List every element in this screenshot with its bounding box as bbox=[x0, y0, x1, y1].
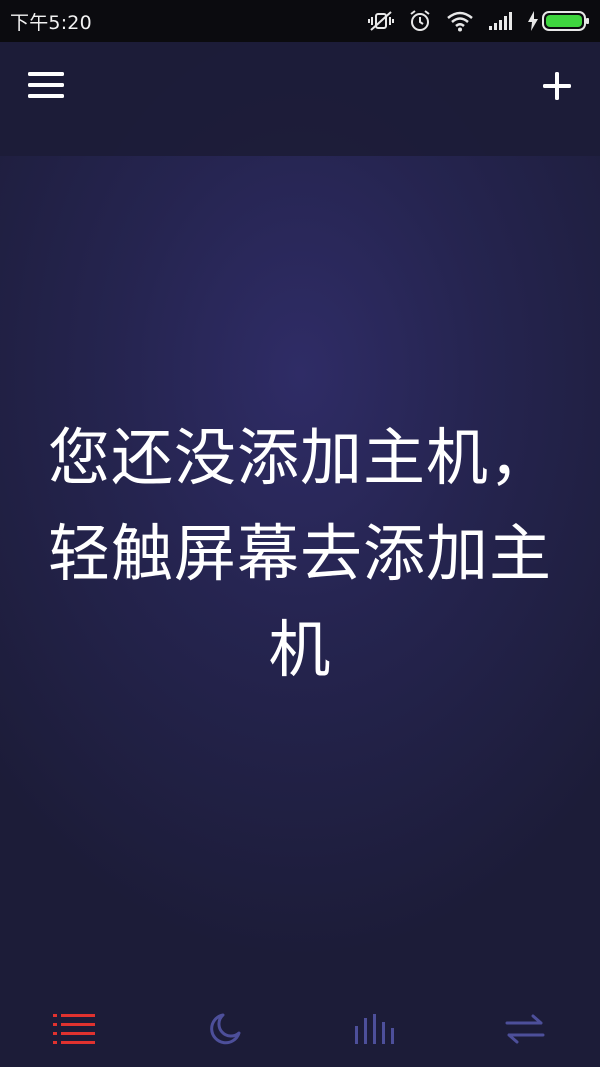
menu-icon bbox=[26, 69, 66, 105]
alarm-icon bbox=[408, 9, 432, 33]
battery-icon bbox=[542, 10, 590, 32]
status-bar: 下午5:20 bbox=[0, 0, 600, 42]
signal-icon bbox=[488, 11, 514, 31]
nav-tab-transfer[interactable] bbox=[485, 999, 565, 1059]
plus-icon bbox=[541, 70, 573, 106]
status-time: 下午5:20 bbox=[10, 11, 92, 34]
nav-tab-hosts[interactable] bbox=[35, 999, 115, 1059]
swap-arrows-icon bbox=[505, 1013, 545, 1045]
app-bar bbox=[0, 42, 600, 156]
nav-tab-stats[interactable] bbox=[335, 999, 415, 1059]
list-icon bbox=[53, 1012, 97, 1046]
bars-icon bbox=[353, 1012, 397, 1046]
empty-state-message[interactable]: 您还没添加主机，轻触屏幕去添加主机 bbox=[40, 410, 560, 698]
battery-group bbox=[528, 10, 590, 32]
mute-vibrate-icon bbox=[368, 10, 394, 32]
menu-button[interactable] bbox=[24, 68, 68, 106]
nav-tab-sleep[interactable] bbox=[185, 999, 265, 1059]
charging-icon bbox=[528, 11, 538, 31]
moon-icon bbox=[207, 1011, 243, 1047]
add-host-button[interactable] bbox=[536, 67, 578, 109]
wifi-icon bbox=[446, 10, 474, 32]
status-icons bbox=[368, 0, 590, 42]
bottom-nav bbox=[0, 990, 600, 1067]
